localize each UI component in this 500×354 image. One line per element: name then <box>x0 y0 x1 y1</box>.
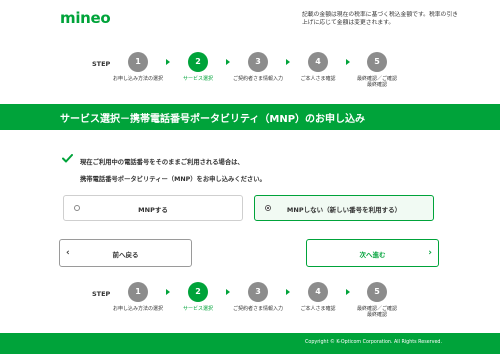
progress-stepper-bottom: STEP 1 お申し込み方法の選択 2 サービス選択 3 ご契約者さま情報入力 … <box>0 282 500 332</box>
option-label: MNPしない（新しい番号を利用する） <box>286 206 402 214</box>
progress-stepper-top: STEP 1 お申し込み方法の選択 2 サービス選択 3 ご契約者さま情報入力 … <box>0 52 500 102</box>
next-button-label: 次へ進む <box>359 251 386 259</box>
mnp-yes-option[interactable]: MNPする <box>63 195 243 221</box>
copyright-text: Copyright © K-Opticom Corporation. All R… <box>305 340 442 345</box>
back-button[interactable]: ‹ 前へ戻る <box>59 239 192 267</box>
checkmark-icon <box>62 154 73 163</box>
step-number: 5 <box>367 282 387 302</box>
step-number: 2 <box>188 282 208 302</box>
footer: Copyright © K-Opticom Corporation. All R… <box>0 333 500 354</box>
mnp-no-option[interactable]: MNPしない（新しい番号を利用する） <box>254 195 434 221</box>
step-number: 4 <box>308 52 328 72</box>
step-label-text: 最終確認／ご確認 最終確認 <box>337 76 417 88</box>
notice-line-1: 現在ご利用中の電話番号をそのままご利用される場合は、 <box>80 159 244 166</box>
step-label-text: 最終確認／ご確認 最終確認 <box>337 306 417 318</box>
step-number: 5 <box>367 52 387 72</box>
step-number: 1 <box>128 282 148 302</box>
next-button[interactable]: 次へ進む › <box>306 239 439 267</box>
chevron-right-icon: › <box>428 248 432 258</box>
step-5: 5 最終確認／ご確認 最終確認 <box>337 52 417 88</box>
notice-line-2: 携帯電話番号ポータビリティー（MNP）をお申し込みください。 <box>80 176 266 183</box>
step-label-line: 最終確認 <box>366 312 387 318</box>
step-number: 2 <box>188 52 208 72</box>
step-number: 4 <box>308 282 328 302</box>
step-label-line: 最終確認 <box>366 82 387 88</box>
step-number: 3 <box>248 282 268 302</box>
step-number: 3 <box>248 52 268 72</box>
back-button-label: 前へ戻る <box>112 251 139 259</box>
page-title: サービス選択－携帯電話番号ポータビリティ（MNP）のお申し込み <box>60 114 366 125</box>
step-number: 1 <box>128 52 148 72</box>
page-title-banner: サービス選択－携帯電話番号ポータビリティ（MNP）のお申し込み <box>0 104 500 130</box>
option-label: MNPする <box>138 206 168 214</box>
mineo-logo[interactable]: mineo <box>60 9 111 27</box>
tax-note: 記載の金額は現在の税率に基づく税込金額です。税率の引き上げに応じて金額は変更され… <box>302 12 458 26</box>
step-5: 5 最終確認／ご確認 最終確認 <box>337 282 417 318</box>
